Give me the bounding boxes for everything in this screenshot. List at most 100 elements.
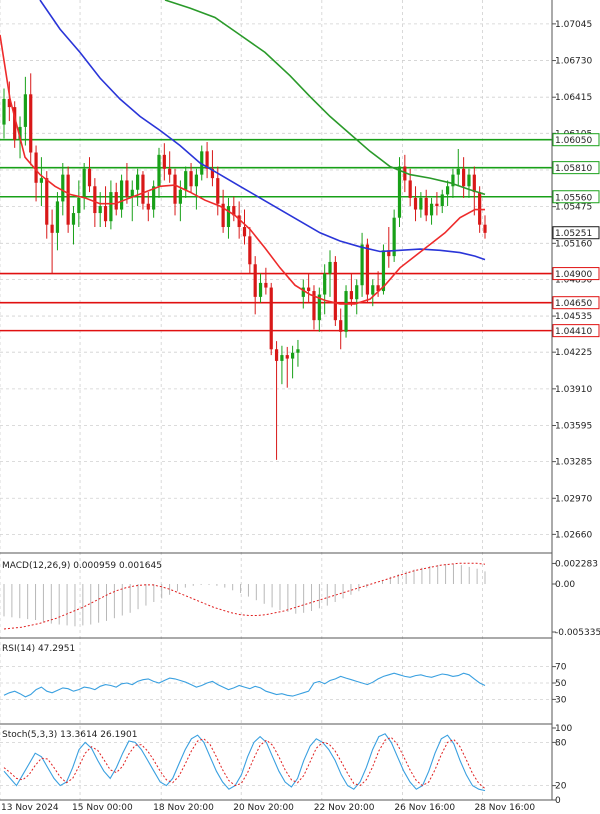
candle-body xyxy=(194,174,199,187)
time-axis-label: 18 Nov 20:00 xyxy=(153,803,214,813)
candle-body xyxy=(258,282,263,297)
moving-averages xyxy=(0,0,486,305)
candle-body xyxy=(456,168,460,175)
candle-body xyxy=(413,197,418,210)
candle-body xyxy=(467,174,471,187)
price-tick-label: 1.04225 xyxy=(555,348,592,358)
candle-body xyxy=(136,174,140,190)
moving-average-red xyxy=(0,34,485,305)
support-level-label: 1.04900 xyxy=(555,270,592,280)
candle-body xyxy=(355,285,359,300)
candle-body xyxy=(71,213,76,225)
grid-layer xyxy=(0,0,552,800)
stoch-panel xyxy=(0,733,552,792)
candle-body xyxy=(98,206,102,214)
candle-body xyxy=(103,206,108,222)
candle-body xyxy=(435,203,439,207)
time-axis-label: 26 Nov 16:00 xyxy=(394,803,455,813)
candle-body xyxy=(29,94,33,153)
candle-body xyxy=(109,192,113,222)
stoch-tick-label: 100 xyxy=(555,724,572,734)
price-tick-label: 1.04535 xyxy=(555,312,592,322)
candle-body xyxy=(333,261,337,321)
rsi-tick-label: 50 xyxy=(555,679,567,689)
candle-body xyxy=(61,174,65,202)
candle-body xyxy=(178,189,182,204)
candle-body xyxy=(365,244,370,295)
candle-body xyxy=(472,174,476,193)
candle-body xyxy=(328,261,332,274)
candle-body xyxy=(2,98,6,125)
candle-body xyxy=(285,355,289,359)
candle-body xyxy=(344,291,348,332)
stoch-k-line xyxy=(3,733,486,792)
rsi-panel xyxy=(0,666,552,700)
candle-body xyxy=(157,154,161,187)
candle-body xyxy=(77,197,81,214)
macd-tick-label: -0.005335 xyxy=(555,628,600,638)
candle-body xyxy=(82,168,86,198)
candle-body xyxy=(280,355,284,361)
resistance-level-label: 1.06050 xyxy=(555,136,592,146)
candle-body xyxy=(189,171,193,187)
macd-signal-line xyxy=(3,562,486,630)
stoch-tick-label: 0 xyxy=(555,796,561,806)
candle-body xyxy=(264,282,268,288)
axis-layer: 1.070451.067301.064151.061051.057901.054… xyxy=(0,0,600,813)
candle-body xyxy=(226,206,231,228)
candle-body xyxy=(50,224,54,233)
candle-body xyxy=(462,168,466,187)
macd-panel xyxy=(3,562,486,630)
candle-body xyxy=(424,197,428,216)
candle-body xyxy=(349,291,353,300)
candle-body xyxy=(483,224,487,233)
price-tick-label: 1.03285 xyxy=(555,458,592,468)
time-axis-label: 15 Nov 00:00 xyxy=(72,803,133,813)
support-level-label: 1.04650 xyxy=(555,299,592,309)
price-tick-label: 1.05160 xyxy=(555,239,592,249)
stoch-d-line xyxy=(3,736,486,789)
candles-layer xyxy=(2,73,487,460)
price-tick-label: 1.05475 xyxy=(555,203,592,213)
price-tick-label: 1.06730 xyxy=(555,57,592,67)
stoch-tick-label: 20 xyxy=(555,782,567,792)
macd-tick-label: 0.00 xyxy=(555,580,575,590)
candle-body xyxy=(23,94,27,127)
candle-body xyxy=(248,236,252,265)
price-tick-label: 1.02970 xyxy=(555,494,592,504)
candle-body xyxy=(39,178,44,183)
candle-body xyxy=(87,168,92,187)
candle-body xyxy=(307,287,311,292)
chart-root: 1.070451.067301.064151.061051.057901.054… xyxy=(0,0,600,813)
candle-body xyxy=(290,352,295,359)
support-level-label: 1.04410 xyxy=(555,327,592,337)
resistance-level-label: 1.05810 xyxy=(555,164,592,174)
price-tick-label: 1.02660 xyxy=(555,530,592,540)
candle-body xyxy=(296,349,300,353)
candle-body xyxy=(323,273,327,295)
candle-body xyxy=(478,192,482,225)
rsi-line xyxy=(3,672,486,698)
candle-body xyxy=(274,349,279,361)
stoch-label: Stoch(5,3,3) 13.3614 26.1901 xyxy=(2,730,137,740)
stoch-tick-label: 80 xyxy=(555,738,567,748)
candle-body xyxy=(141,174,145,204)
price-tick-label: 1.03910 xyxy=(555,385,592,395)
price-tick-label: 1.06415 xyxy=(555,93,592,103)
time-axis-label: 28 Nov 16:00 xyxy=(474,803,535,813)
time-axis-label: 20 Nov 20:00 xyxy=(233,803,294,813)
candle-body xyxy=(445,186,450,195)
candle-body xyxy=(45,178,49,225)
candle-body xyxy=(173,174,177,204)
candle-body xyxy=(125,180,129,197)
candle-body xyxy=(162,154,166,169)
time-axis-label: 22 Nov 20:00 xyxy=(314,803,375,813)
candle-body xyxy=(253,264,257,297)
price-tick-label: 1.07045 xyxy=(555,20,592,30)
candle-body xyxy=(184,171,188,190)
candle-body xyxy=(360,244,364,286)
candle-body xyxy=(339,320,343,332)
candle-body xyxy=(146,203,150,210)
current-price-label: 1.05251 xyxy=(555,229,592,239)
candle-body xyxy=(216,178,220,204)
